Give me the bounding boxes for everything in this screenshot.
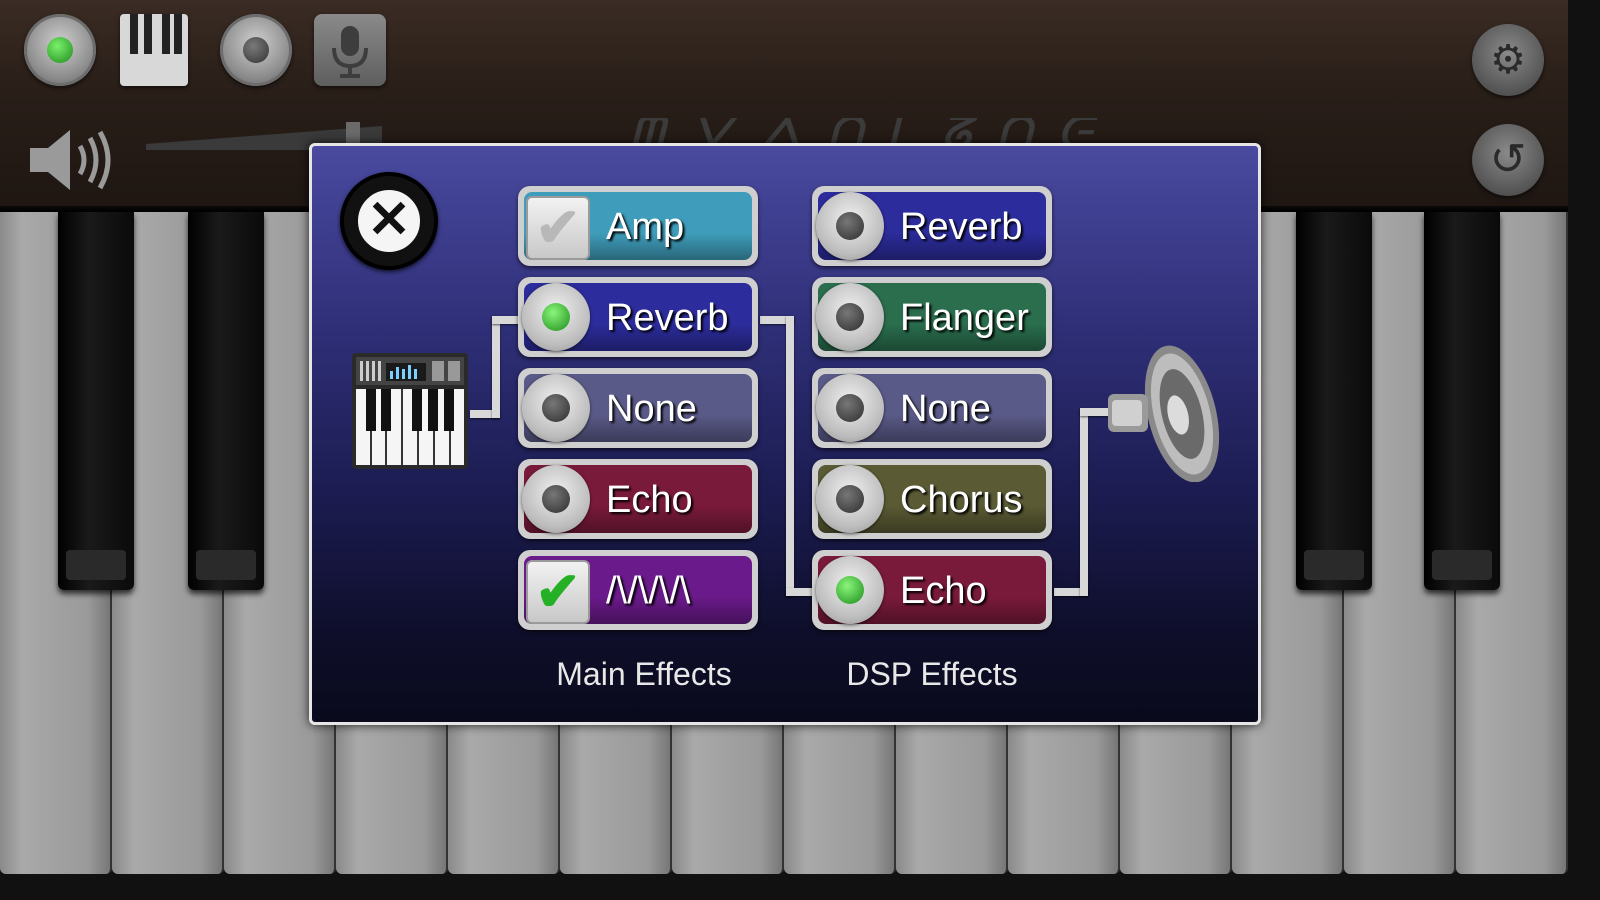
piano-keys-icon[interactable] (120, 14, 188, 86)
effect-label: Chorus (900, 479, 1023, 521)
effect-label: Echo (606, 479, 693, 521)
main-effect-wave[interactable]: ✔ /\/\/\/\ (518, 550, 758, 630)
signal-line (786, 316, 794, 596)
checkbox[interactable]: ✔ (526, 196, 590, 260)
dsp-effect-chorus[interactable]: Chorus (812, 459, 1052, 539)
radio-unselected-icon (836, 394, 864, 422)
effect-label: Amp (606, 206, 685, 248)
main-effect-echo[interactable]: Echo (518, 459, 758, 539)
effects-dialog: ✕ ✔ Amp Reverb None Echo ✔ /\/\/\/\ Main… (309, 143, 1261, 725)
radio-unselected-icon (542, 485, 570, 513)
effect-label: None (900, 388, 991, 430)
close-icon: ✕ (354, 186, 424, 256)
microphone-button[interactable] (314, 14, 386, 86)
dsp-effect-echo[interactable]: Echo (812, 550, 1052, 630)
black-key[interactable] (1296, 212, 1372, 590)
effect-label: Echo (900, 570, 987, 612)
dsp-effects-label: DSP Effects (846, 656, 1018, 692)
radio-selected-icon (542, 303, 570, 331)
radio-unselected-icon (836, 303, 864, 331)
dsp-effect-reverb[interactable]: Reverb (812, 186, 1052, 266)
radio-unselected-icon (542, 394, 570, 422)
signal-line (492, 316, 520, 324)
dsp-effect-flanger[interactable]: Flanger (812, 277, 1052, 357)
undo-icon: ↺ (1489, 135, 1527, 184)
checkbox[interactable]: ✔ (526, 560, 590, 624)
main-effect-amp[interactable]: ✔ Amp (518, 186, 758, 266)
dsp-effect-none[interactable]: None (812, 368, 1052, 448)
radio-unselected-icon (836, 212, 864, 240)
stop-icon (243, 37, 269, 63)
radio-button[interactable] (522, 374, 590, 442)
black-key[interactable] (58, 212, 134, 590)
signal-line (786, 588, 814, 596)
settings-button[interactable]: ⚙ (1472, 24, 1544, 96)
radio-button[interactable] (522, 283, 590, 351)
main-effect-reverb[interactable]: Reverb (518, 277, 758, 357)
undo-button[interactable]: ↺ (1472, 124, 1544, 196)
radio-button[interactable] (816, 192, 884, 260)
radio-button[interactable] (522, 465, 590, 533)
main-effect-none[interactable]: None (518, 368, 758, 448)
effect-label: /\/\/\/\ (606, 570, 691, 612)
record-icon (47, 37, 73, 63)
radio-button[interactable] (816, 465, 884, 533)
radio-button[interactable] (816, 283, 884, 351)
effect-label: Reverb (900, 206, 1023, 248)
signal-line (492, 316, 500, 418)
speaker-icon[interactable] (26, 124, 116, 196)
black-key[interactable] (188, 212, 264, 590)
radio-button[interactable] (816, 374, 884, 442)
effect-label: Flanger (900, 297, 1029, 339)
effect-label: Reverb (606, 297, 729, 339)
main-effects-label: Main Effects (556, 656, 732, 692)
black-key[interactable] (1424, 212, 1500, 590)
signal-line (1080, 408, 1088, 596)
output-speaker-icon (1108, 345, 1220, 482)
radio-button[interactable] (816, 556, 884, 624)
effect-label: None (606, 388, 697, 430)
record-button[interactable] (24, 14, 96, 86)
close-button[interactable]: ✕ (340, 172, 438, 270)
radio-unselected-icon (836, 485, 864, 513)
checkmark-icon: ✔ (535, 562, 581, 622)
microphone-icon (332, 26, 368, 78)
checkmark-icon: ✔ (535, 198, 581, 258)
gear-icon: ⚙ (1490, 38, 1526, 82)
keyboard-instrument-icon (352, 353, 468, 469)
stop-button[interactable] (220, 14, 292, 86)
radio-selected-icon (836, 576, 864, 604)
